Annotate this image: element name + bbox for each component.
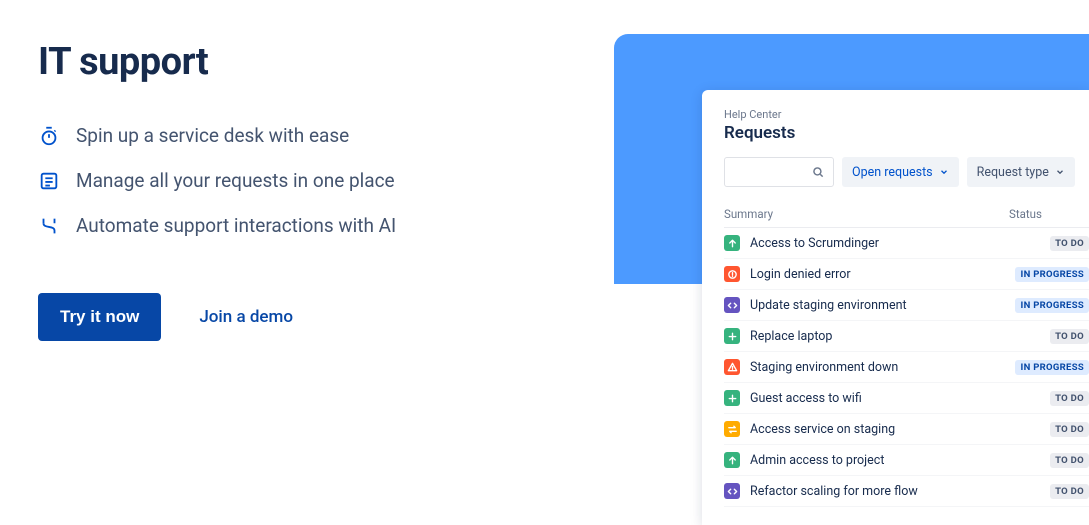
alert-icon <box>724 359 740 375</box>
table-row[interactable]: Update staging environmentIN PROGRESS <box>724 290 1089 321</box>
code-icon <box>724 297 740 313</box>
row-summary: Guest access to wifi <box>750 391 1050 406</box>
row-summary: Access service on staging <box>750 422 1050 437</box>
chevron-down-icon <box>1055 167 1065 177</box>
row-summary: Admin access to project <box>750 453 1050 468</box>
status-badge: TO DO <box>1050 422 1089 437</box>
column-summary: Summary <box>724 207 1009 221</box>
table-row[interactable]: Access to ScrumdingerTO DO <box>724 228 1089 259</box>
feature-item: Spin up a service desk with ease <box>38 124 558 147</box>
row-summary: Login denied error <box>750 267 1015 282</box>
feature-text: Spin up a service desk with ease <box>76 124 349 147</box>
try-it-now-button[interactable]: Try it now <box>38 293 161 341</box>
status-badge: IN PROGRESS <box>1015 298 1089 313</box>
automate-icon <box>38 215 60 237</box>
requests-icon <box>38 170 60 192</box>
stopwatch-icon <box>38 125 60 147</box>
join-demo-link[interactable]: Join a demo <box>199 307 293 327</box>
preview-panel: Help Center Requests Open requests Reque… <box>614 34 1089 525</box>
row-summary: Update staging environment <box>750 298 1015 313</box>
row-summary: Replace laptop <box>750 329 1050 344</box>
open-requests-filter[interactable]: Open requests <box>842 157 959 187</box>
table-row[interactable]: Replace laptopTO DO <box>724 321 1089 352</box>
table-row[interactable]: Admin access to projectTO DO <box>724 445 1089 476</box>
requests-card: Help Center Requests Open requests Reque… <box>702 90 1089 525</box>
status-badge: IN PROGRESS <box>1015 360 1089 375</box>
feature-list: Spin up a service desk with ease Manage … <box>38 124 558 237</box>
table-row[interactable]: Guest access to wifiTO DO <box>724 383 1089 414</box>
feature-item: Automate support interactions with AI <box>38 214 558 237</box>
table-row[interactable]: Refactor scaling for more flowTO DO <box>724 476 1089 507</box>
breadcrumb: Help Center <box>724 108 1089 121</box>
arrow-up-icon <box>724 452 740 468</box>
status-badge: TO DO <box>1050 484 1089 499</box>
status-badge: TO DO <box>1050 453 1089 468</box>
row-summary: Access to Scrumdinger <box>750 236 1050 251</box>
error-icon <box>724 266 740 282</box>
plus-icon <box>724 390 740 406</box>
search-icon <box>811 165 825 179</box>
plus-icon <box>724 328 740 344</box>
table-row[interactable]: Staging environment downIN PROGRESS <box>724 352 1089 383</box>
feature-item: Manage all your requests in one place <box>38 169 558 192</box>
table-row[interactable]: Login denied errorIN PROGRESS <box>724 259 1089 290</box>
status-badge: TO DO <box>1050 391 1089 406</box>
feature-text: Manage all your requests in one place <box>76 169 395 192</box>
code-icon <box>724 483 740 499</box>
feature-text: Automate support interactions with AI <box>76 214 396 237</box>
search-input[interactable] <box>724 157 834 187</box>
row-summary: Staging environment down <box>750 360 1015 375</box>
status-badge: IN PROGRESS <box>1015 267 1089 282</box>
row-summary: Refactor scaling for more flow <box>750 484 1050 499</box>
filter-label: Request type <box>977 165 1049 180</box>
filter-label: Open requests <box>852 165 933 180</box>
page-title: IT support <box>38 40 558 84</box>
status-badge: TO DO <box>1050 329 1089 344</box>
arrow-up-icon <box>724 235 740 251</box>
chevron-down-icon <box>939 167 949 177</box>
table-header: Summary Status <box>724 201 1089 228</box>
table-row[interactable]: Access service on stagingTO DO <box>724 414 1089 445</box>
card-title: Requests <box>724 123 1089 143</box>
request-type-filter[interactable]: Request type <box>967 157 1075 187</box>
status-badge: TO DO <box>1050 236 1089 251</box>
swap-icon <box>724 421 740 437</box>
column-status: Status <box>1009 207 1089 221</box>
